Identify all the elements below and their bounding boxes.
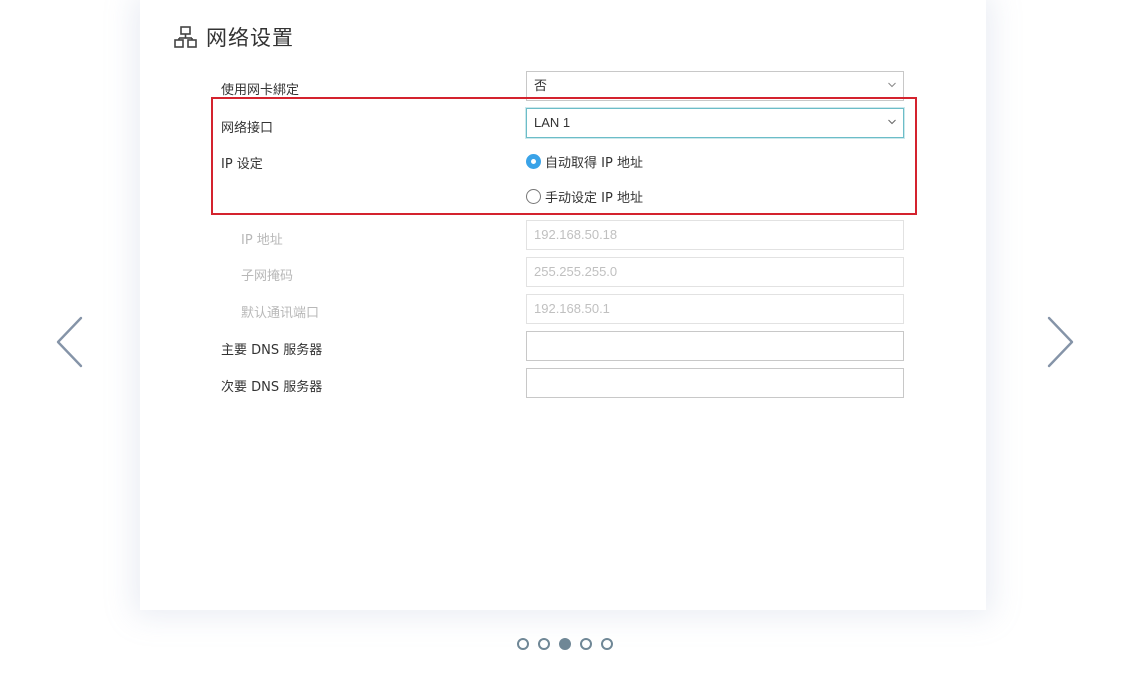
nic-binding-value: 否 [534, 78, 548, 93]
default-gateway-value: 192.168.50.1 [534, 301, 610, 316]
page-dot-4[interactable] [580, 638, 592, 650]
page-dot-5[interactable] [601, 638, 613, 650]
ip-address-value: 192.168.50.18 [534, 227, 618, 242]
network-interface-select[interactable]: LAN 1 [526, 108, 904, 138]
ip-setting-label: IP 设定 [221, 157, 263, 172]
nic-binding-select[interactable]: 否 [526, 71, 904, 101]
subnet-mask-input: 255.255.255.0 [526, 257, 904, 287]
page-dot-3[interactable] [559, 638, 571, 650]
auto-ip-label: 自动取得 IP 地址 [545, 156, 643, 171]
secondary-dns-input[interactable] [526, 368, 904, 398]
ip-address-input: 192.168.50.18 [526, 220, 904, 250]
primary-dns-label: 主要 DNS 服务器 [221, 343, 323, 358]
page-dot-1[interactable] [517, 638, 529, 650]
wizard-stage: 网络设置 使用网卡綁定 否 网络接口 LAN 1 IP 设定 自动取得 IP 地… [0, 0, 1126, 675]
pagination-dots [517, 638, 622, 650]
manual-ip-label: 手动设定 IP 地址 [545, 191, 643, 206]
default-gateway-label: 默认通讯端口 [241, 306, 320, 321]
network-icon [174, 26, 197, 48]
subnet-mask-value: 255.255.255.0 [534, 264, 618, 279]
nic-binding-label: 使用网卡綁定 [221, 83, 300, 98]
secondary-dns-label: 次要 DNS 服务器 [221, 380, 323, 395]
default-gateway-input: 192.168.50.1 [526, 294, 904, 324]
chevron-right-icon[interactable] [1045, 316, 1075, 368]
page-header: 网络设置 [174, 22, 294, 52]
auto-ip-radio[interactable]: 自动取得 IP 地址 [526, 152, 643, 171]
chevron-down-icon [888, 119, 896, 125]
primary-dns-input[interactable] [526, 331, 904, 361]
network-interface-value: LAN 1 [534, 115, 571, 130]
network-interface-label: 网络接口 [221, 121, 274, 136]
page-dot-2[interactable] [538, 638, 550, 650]
manual-ip-radio[interactable]: 手动设定 IP 地址 [526, 187, 643, 206]
subnet-mask-label: 子网掩码 [241, 269, 294, 284]
radio-unchecked-icon [526, 189, 541, 204]
page-title: 网络设置 [206, 26, 294, 50]
chevron-left-icon[interactable] [55, 316, 85, 368]
radio-checked-icon [526, 154, 541, 169]
ip-address-label: IP 地址 [241, 233, 283, 248]
chevron-down-icon [888, 82, 896, 88]
